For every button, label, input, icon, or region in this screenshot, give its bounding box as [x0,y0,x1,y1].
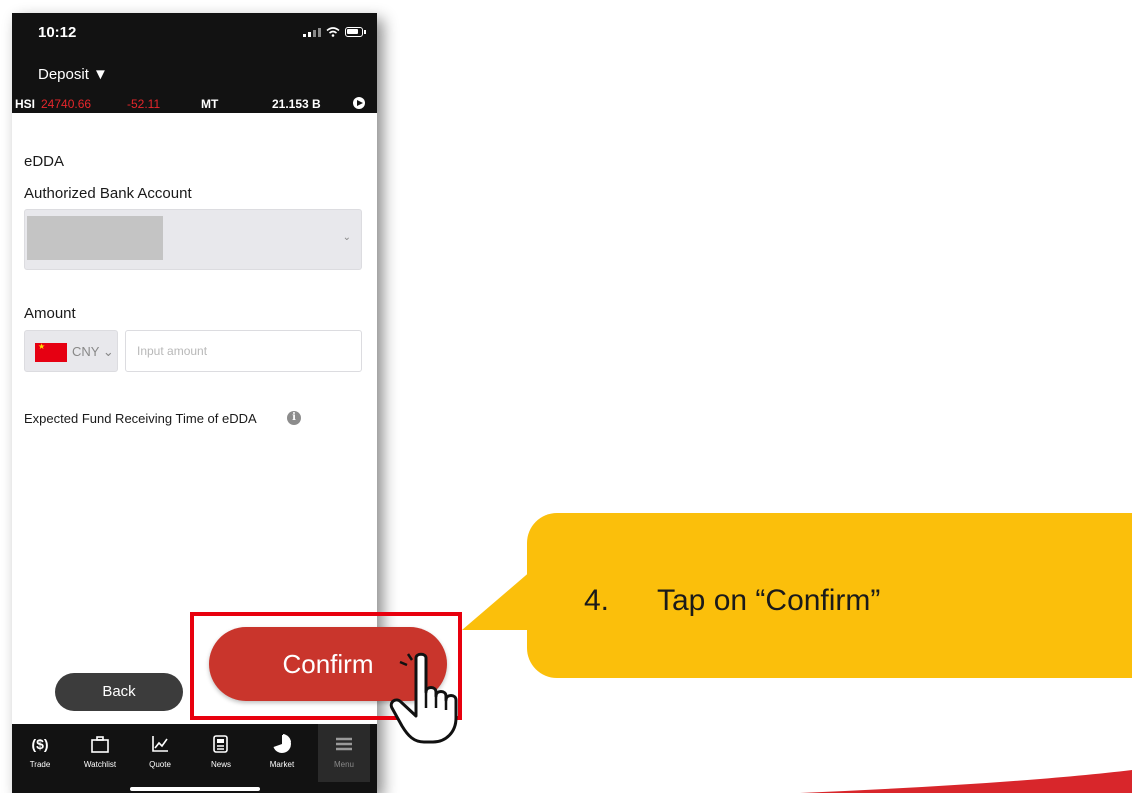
china-flag-icon [35,342,67,362]
dollar-icon: ($) [31,736,49,752]
instruction-text: Tap on “Confirm” [657,584,881,617]
amount-input[interactable] [125,330,362,372]
page-title-dropdown[interactable]: Deposit ▼ [38,66,108,83]
tab-quote[interactable]: Quote [134,724,186,782]
section-title: eDDA [24,153,65,170]
signal-icon [303,27,321,37]
tab-label: Watchlist [83,760,117,769]
instruction-callout: 4. Tap on “Confirm” [527,513,1132,678]
ticker-label: MT [201,97,219,111]
tab-trade[interactable]: ($) Trade [14,724,66,782]
tab-label: News [210,760,231,769]
tab-watchlist[interactable]: Watchlist [74,724,126,782]
tab-news[interactable]: News [195,724,247,782]
tab-label: Menu [333,760,354,769]
back-button[interactable]: Back [55,673,183,711]
expected-time-label: Expected Fund Receiving Time of eDDA [24,411,257,426]
newspaper-icon [213,735,228,753]
tab-menu[interactable]: Menu [318,724,370,782]
menu-icon [336,737,352,751]
currency-select[interactable]: CNY ⌄ [24,330,118,372]
battery-icon [345,27,366,37]
title-bar: Deposit ▼ [12,58,377,96]
wifi-icon [326,27,340,37]
ticker-turnover: 21.153 B [272,97,321,111]
pointing-hand-icon [389,652,458,744]
step-number: 4. [584,584,610,617]
pie-icon [273,734,291,753]
amount-label: Amount [24,305,76,322]
brand-swoosh [800,770,1132,793]
home-indicator [130,787,260,791]
tab-label: Market [269,760,295,769]
chevron-down-icon: ⌄ [342,232,351,243]
market-ticker[interactable]: HSI 24740.66 -52.11 MT 21.153 B [12,96,377,113]
status-time: 10:12 [38,24,77,41]
bank-account-select[interactable]: ⌄ [24,209,362,270]
tab-label: Trade [29,760,51,769]
ticker-index: HSI [15,97,36,111]
tutorial-slide: 10:12 Deposit ▼ HSI 24740.66 -52.11 MT 2… [0,0,1132,793]
briefcase-icon [91,736,109,753]
info-icon[interactable]: i [287,411,301,425]
bank-account-label: Authorized Bank Account [24,185,192,202]
chart-icon [152,736,168,752]
status-icons [303,27,366,37]
tab-market[interactable]: Market [256,724,308,782]
ticker-change: -52.11 [127,97,161,111]
status-bar: 10:12 [12,13,377,58]
redacted-account [27,216,163,260]
bottom-tab-bar: ($) Trade Watchlist Quote News Market Me… [12,724,377,793]
play-icon[interactable] [353,97,365,109]
tab-label: Quote [149,760,171,769]
ticker-value: 24740.66 [41,97,92,111]
currency-code: CNY [72,344,100,359]
callout-pointer [462,570,532,630]
